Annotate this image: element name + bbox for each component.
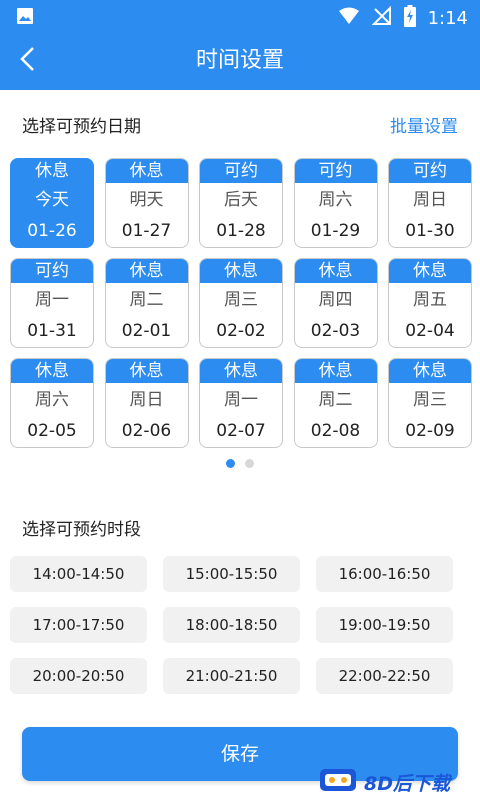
date-status-label: 休息 (11, 159, 93, 183)
date-card[interactable]: 休息明天 01-27 (104, 158, 189, 248)
page-dot (226, 459, 235, 468)
date-weekday-label: 周二 (129, 290, 164, 310)
date-value-label: 02-05 (27, 421, 77, 441)
date-status-label: 休息 (105, 259, 188, 283)
date-section-title: 选择可预约日期 (22, 117, 141, 137)
watermark-logo-icon (318, 765, 358, 799)
date-weekday-label: 周六 (318, 190, 353, 210)
image-icon (16, 7, 34, 29)
page-indicator (0, 459, 480, 468)
date-value-label: 02-07 (216, 421, 266, 441)
date-weekday-label: 周五 (413, 290, 447, 310)
time-slot-button[interactable]: 17:00-17:50 (10, 607, 147, 643)
date-status-label: 休息 (200, 359, 282, 383)
date-status-label: 休息 (11, 359, 93, 383)
date-weekday-label: 周三 (224, 290, 258, 310)
date-card[interactable]: 休息周六 02-05 (10, 358, 94, 448)
date-card[interactable]: 可约周六 01-29 (293, 158, 378, 248)
time-slot-button[interactable]: 18:00-18:50 (163, 607, 300, 643)
date-weekday-label: 周日 (413, 190, 447, 210)
time-section-title: 选择可预约时段 (22, 520, 141, 540)
time-slot-button[interactable]: 16:00-16:50 (316, 556, 453, 592)
date-card[interactable]: 可约周一 01-31 (10, 258, 94, 348)
date-status-label: 休息 (294, 359, 377, 383)
date-status-label: 休息 (200, 259, 282, 283)
date-value-label: 02-02 (216, 321, 266, 341)
date-value-label: 02-04 (405, 321, 455, 341)
date-value-label: 01-30 (405, 221, 455, 241)
date-status-label: 休息 (389, 259, 471, 283)
date-status-label: 休息 (294, 259, 377, 283)
date-weekday-label: 明天 (129, 190, 164, 210)
date-grid: 休息 今天 01-26 休息 明天 01-27 可约 后天 01-28 可约 周六 01-29 可约 周日… (10, 158, 474, 450)
date-value-label: 01-26 (27, 221, 77, 241)
date-status-label: 休息 (105, 359, 188, 383)
date-status-label: 休息 (105, 159, 188, 183)
date-value-label: 01-31 (27, 321, 77, 341)
date-card[interactable]: 休息周二 02-01 (104, 258, 189, 348)
date-value-label: 01-29 (310, 221, 361, 241)
date-card[interactable]: 休息周三 02-09 (388, 358, 472, 448)
date-weekday-label: 周四 (318, 290, 353, 310)
date-value-label: 02-09 (405, 421, 455, 441)
date-value-label: 02-08 (310, 421, 361, 441)
date-card[interactable]: 可约周日 01-30 (388, 158, 472, 248)
date-value-label: 02-03 (310, 321, 361, 341)
date-value-label: 02-01 (121, 321, 172, 341)
date-weekday-label: 周一 (35, 290, 69, 310)
time-slot-button[interactable]: 19:00-19:50 (316, 607, 453, 643)
app-bar: 时间设置 (0, 32, 480, 90)
date-weekday-label: 周日 (129, 390, 164, 410)
wifi-icon (338, 7, 360, 29)
date-card[interactable]: 可约后天 01-28 (199, 158, 283, 248)
date-weekday-label: 周三 (413, 390, 447, 410)
date-card[interactable]: 休息周五 02-04 (388, 258, 472, 348)
date-card[interactable]: 休息周日 02-06 (104, 358, 189, 448)
date-card[interactable]: 休息周三 02-02 (199, 258, 283, 348)
page-dot (245, 459, 254, 468)
date-status-label: 可约 (389, 159, 471, 183)
date-status-label: 休息 (389, 359, 471, 383)
date-weekday-label: 今天 (35, 190, 69, 210)
date-card[interactable]: 休息周一 02-07 (199, 358, 283, 448)
date-card[interactable]: 休息周四 02-03 (293, 258, 378, 348)
date-weekday-label: 周六 (35, 390, 69, 410)
date-weekday-label: 后天 (224, 190, 258, 210)
status-bar: 1:14 (0, 0, 480, 32)
date-card[interactable]: 休息今天 01-26 (10, 158, 94, 248)
date-weekday-label: 周一 (224, 390, 258, 410)
date-status-label: 可约 (11, 259, 93, 283)
signal-off-icon (371, 5, 392, 30)
time-slot-button[interactable]: 21:00-21:50 (163, 658, 300, 694)
batch-settings-link[interactable]: 批量设置 (390, 112, 458, 137)
date-status-label: 可约 (200, 159, 282, 183)
time-slot-button[interactable]: 14:00-14:50 (10, 556, 147, 592)
watermark-text: 8D后下载 (364, 772, 450, 795)
date-value-label: 01-27 (121, 221, 172, 241)
battery-charging-icon (403, 5, 416, 31)
date-value-label: 02-06 (121, 421, 172, 441)
time-slot-button[interactable]: 15:00-15:50 (163, 556, 300, 592)
status-time: 1:14 (427, 7, 468, 29)
page-title: 时间设置 (195, 48, 284, 73)
time-slot-button[interactable]: 22:00-22:50 (316, 658, 453, 694)
time-slot-button[interactable]: 20:00-20:50 (10, 658, 147, 694)
date-value-label: 01-28 (216, 221, 266, 241)
time-slot-grid: 14:00-14:50 15:00-15:50 16:00-16:50 17:00-1… (10, 556, 470, 696)
watermark: 8D后下载 (318, 766, 480, 798)
date-status-label: 可约 (294, 159, 377, 183)
date-card[interactable]: 休息周二 02-08 (293, 358, 378, 448)
date-weekday-label: 周二 (318, 390, 353, 410)
